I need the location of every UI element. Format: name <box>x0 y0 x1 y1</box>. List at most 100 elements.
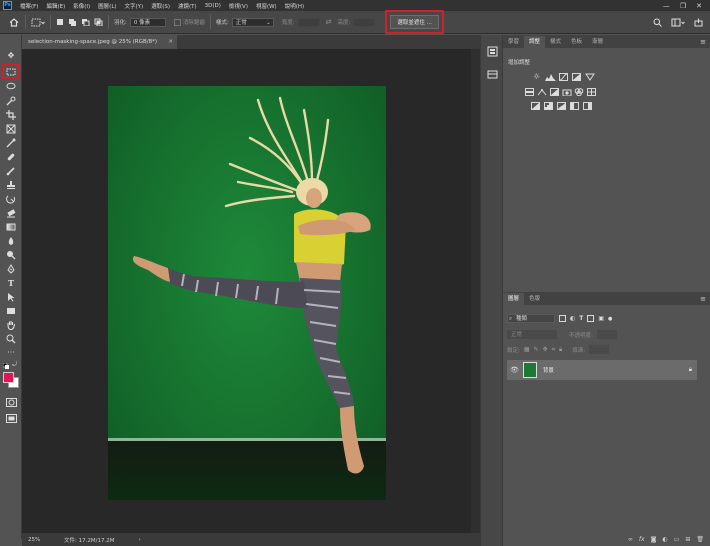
menu-help[interactable]: 說明(H) <box>281 2 308 10</box>
brush-tool-icon[interactable] <box>4 165 18 176</box>
new-group-icon[interactable]: ▭ <box>674 536 680 543</box>
menu-layer[interactable]: 圖層(L) <box>94 2 120 10</box>
style-select[interactable]: 正常 ⌄ <box>231 17 274 27</box>
zoom-level[interactable]: 25% <box>28 537 52 543</box>
subtract-selection-icon[interactable] <box>81 18 90 26</box>
antialias-checkbox[interactable] <box>173 18 181 26</box>
filter-adjustment-icon[interactable]: ◐ <box>570 315 575 322</box>
panel-menu-icon[interactable]: ≡ <box>700 36 706 48</box>
close-icon[interactable]: ✕ <box>696 2 702 10</box>
history-brush-tool-icon[interactable] <box>4 193 18 204</box>
crop-tool-icon[interactable] <box>4 109 18 120</box>
rect-marquee-preset-icon[interactable] <box>31 18 45 27</box>
minimize-icon[interactable]: — <box>663 2 670 10</box>
dodge-tool-icon[interactable] <box>4 249 18 260</box>
add-mask-icon[interactable]: ◙ <box>651 536 657 543</box>
vibrance-icon[interactable] <box>585 73 595 81</box>
add-selection-icon[interactable] <box>68 18 77 26</box>
threshold-icon[interactable] <box>557 102 566 110</box>
filter-shape-icon[interactable] <box>587 315 595 322</box>
close-tab-icon[interactable]: ✕ <box>168 35 173 49</box>
filter-pixel-icon[interactable] <box>559 315 566 322</box>
link-layers-icon[interactable]: ∞ <box>628 536 633 543</box>
brightness-contrast-icon[interactable]: ☼ <box>533 73 540 81</box>
layer-name[interactable]: 背景 <box>543 366 554 374</box>
clone-stamp-tool-icon[interactable] <box>4 179 18 190</box>
photo-filter-icon[interactable] <box>562 88 572 97</box>
tab-channels[interactable]: 色版 <box>524 293 545 305</box>
move-tool-icon[interactable]: ✥ <box>4 50 18 61</box>
feather-input[interactable]: 0 像素 <box>129 17 166 27</box>
screen-mode-icon[interactable] <box>4 413 18 424</box>
new-layer-icon[interactable]: ⊞ <box>685 536 690 543</box>
selective-color-icon[interactable] <box>583 102 592 110</box>
lock-position-icon[interactable]: ✥ <box>543 346 548 353</box>
workspace-icon[interactable] <box>671 18 685 27</box>
lasso-tool-icon[interactable] <box>4 81 18 92</box>
rect-marquee-tool-icon[interactable] <box>2 64 20 79</box>
menu-window[interactable]: 視窗(W) <box>252 2 281 10</box>
document-image[interactable] <box>108 86 386 500</box>
menu-edit[interactable]: 編輯(E) <box>42 2 69 10</box>
default-colors-icon[interactable] <box>2 362 9 369</box>
eraser-tool-icon[interactable] <box>4 207 18 218</box>
menu-file[interactable]: 檔案(F) <box>16 2 42 10</box>
menu-type[interactable]: 文字(Y) <box>121 2 148 10</box>
pen-tool-icon[interactable] <box>4 263 18 274</box>
tab-layers[interactable]: 圖層 <box>503 293 525 305</box>
lock-image-icon[interactable]: ✎ <box>534 346 539 353</box>
status-menu-arrow-icon[interactable]: › <box>138 537 140 543</box>
intersect-selection-icon[interactable] <box>94 18 103 26</box>
swap-colors-icon[interactable]: ⤾ <box>12 362 19 369</box>
quick-select-tool-icon[interactable] <box>4 95 18 106</box>
lock-all-icon[interactable]: 🔒︎ <box>559 346 562 354</box>
path-selection-tool-icon[interactable] <box>4 291 18 302</box>
layers-panel-menu-icon[interactable]: ≡ <box>700 293 706 305</box>
layer-style-icon[interactable]: fx <box>639 536 645 543</box>
channel-mixer-icon[interactable] <box>574 88 584 97</box>
gradient-tool-icon[interactable] <box>4 221 18 232</box>
layer-row[interactable]: 👁︎ 背景 🔒︎ <box>507 360 697 380</box>
hue-saturation-icon[interactable] <box>525 88 534 96</box>
history-panel-icon[interactable] <box>487 46 498 57</box>
fill-input[interactable] <box>589 345 610 354</box>
menu-3d[interactable]: 3D(D) <box>201 3 225 9</box>
invert-icon[interactable] <box>531 102 540 110</box>
filter-type-icon[interactable]: T <box>579 315 583 322</box>
type-tool-icon[interactable]: T <box>4 277 18 288</box>
select-and-mask-button[interactable]: 選取並遮住 ... <box>390 15 439 29</box>
search-icon[interactable] <box>653 18 662 27</box>
lock-transparent-icon[interactable]: ▦ <box>524 346 530 353</box>
rectangle-tool-icon[interactable] <box>4 305 18 316</box>
quick-mask-icon[interactable] <box>4 397 18 408</box>
swap-icon[interactable]: ⇄ <box>326 18 332 26</box>
filter-toggle-icon[interactable]: ● <box>608 316 612 322</box>
layer-kind-select[interactable]: ⌕ 種類 <box>507 314 555 323</box>
delete-layer-icon[interactable]: 🗑︎ <box>696 536 704 543</box>
menu-filter[interactable]: 濾鏡(T) <box>174 2 201 10</box>
menu-view[interactable]: 檢視(V) <box>225 2 252 10</box>
visibility-eye-icon[interactable]: 👁︎ <box>510 366 519 374</box>
maximize-icon[interactable]: ❐ <box>680 2 686 10</box>
opacity-input[interactable] <box>596 330 617 339</box>
exposure-icon[interactable] <box>572 73 581 81</box>
tab-gradients[interactable]: 漸層 <box>587 36 608 48</box>
properties-panel-icon[interactable] <box>487 69 498 80</box>
levels-icon[interactable] <box>545 73 556 81</box>
new-adjustment-layer-icon[interactable]: ◐ <box>662 536 667 543</box>
tab-adjustments[interactable]: 調整 <box>524 36 546 48</box>
color-lookup-icon[interactable] <box>587 88 596 96</box>
gradient-map-icon[interactable] <box>570 102 579 110</box>
lock-artboard-icon[interactable]: ⌗ <box>552 346 555 354</box>
new-selection-icon[interactable] <box>56 18 64 26</box>
blend-mode-select[interactable]: 正常 <box>507 330 557 339</box>
tab-learn[interactable]: 學習 <box>503 36 524 48</box>
tab-styles[interactable]: 樣式 <box>545 36 566 48</box>
tab-swatches[interactable]: 色板 <box>566 36 587 48</box>
home-icon[interactable] <box>8 17 20 27</box>
zoom-tool-icon[interactable] <box>4 333 18 344</box>
blur-tool-icon[interactable] <box>4 235 18 246</box>
filter-smart-object-icon[interactable]: ▣ <box>598 315 604 322</box>
vertical-scrollbar[interactable] <box>471 49 480 533</box>
menu-image[interactable]: 影像(I) <box>69 2 94 10</box>
